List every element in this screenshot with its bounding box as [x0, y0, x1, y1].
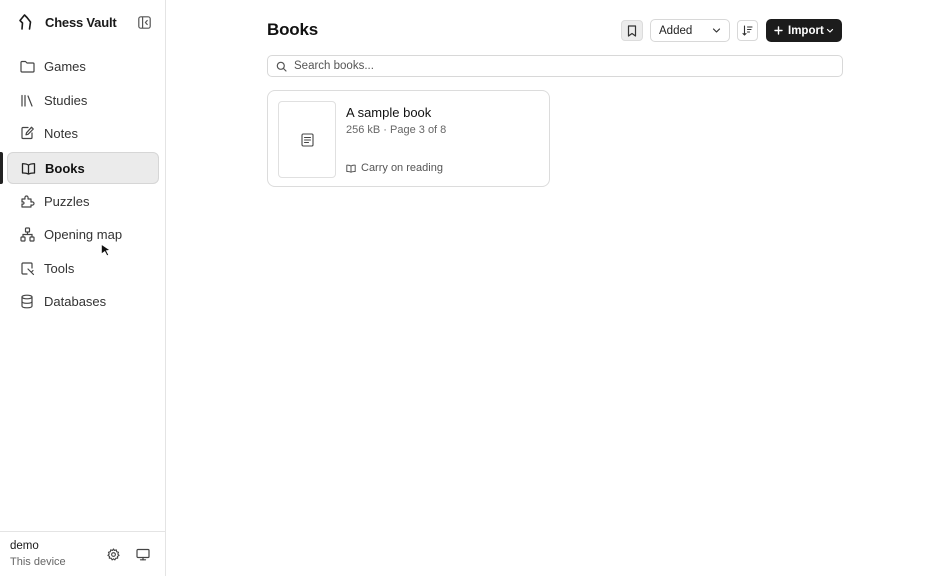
- sidebar-item-databases[interactable]: Databases: [7, 285, 159, 317]
- sidebar-footer: demo This device: [0, 531, 166, 576]
- sidebar-item-label: Notes: [44, 125, 78, 141]
- brand[interactable]: Chess Vault: [18, 12, 117, 32]
- sidebar-item-studies[interactable]: Studies: [7, 84, 159, 116]
- chevron-down-icon: [712, 26, 721, 38]
- sort-descending-icon: [742, 25, 753, 36]
- sidebar-item-label: Tools: [44, 260, 75, 276]
- page-title: Books: [267, 20, 318, 39]
- puzzle-icon: [19, 193, 35, 209]
- sidebar-item-puzzles[interactable]: Puzzles: [7, 185, 159, 217]
- chevron-down-icon: [826, 26, 834, 38]
- sidebar-item-games[interactable]: Games: [7, 50, 159, 82]
- network-icon: [19, 226, 35, 242]
- book-card[interactable]: A sample book 256 kB · Page 3 of 8 Carry…: [267, 90, 550, 187]
- carry-on-reading-link[interactable]: Carry on reading: [346, 162, 443, 174]
- notebook-pen-icon: [19, 125, 35, 141]
- carry-on-reading-label: Carry on reading: [361, 162, 443, 174]
- document-icon: [300, 132, 314, 147]
- sidebar-item-label: Opening map: [44, 226, 123, 242]
- database-icon: [19, 293, 35, 309]
- device-label: This device: [10, 556, 66, 568]
- book-thumbnail: [278, 101, 336, 178]
- book-meta: 256 kB · Page 3 of 8: [346, 124, 447, 136]
- import-button[interactable]: Import: [766, 19, 842, 42]
- bookmark-icon: [627, 24, 637, 37]
- plus-icon: [774, 26, 783, 35]
- main-content: Books Added Import Search books... A sam…: [167, 0, 944, 576]
- sidebar-item-label: Studies: [44, 92, 88, 108]
- bookmark-filter-button[interactable]: [621, 20, 643, 41]
- sidebar-collapse-icon[interactable]: [137, 15, 151, 29]
- chess-knight-logo-icon: [18, 12, 36, 32]
- book-open-icon: [20, 160, 36, 176]
- user-name: demo: [10, 540, 39, 552]
- active-indicator: [0, 152, 3, 184]
- sidebar-item-label: Books: [45, 160, 85, 176]
- library-icon: [19, 92, 35, 108]
- sidebar: Chess Vault Games Studies Notes Books Pu…: [0, 0, 166, 576]
- book-open-icon: [346, 164, 356, 173]
- app-name: Chess Vault: [45, 14, 117, 30]
- mouse-cursor-icon: [101, 243, 111, 256]
- monitor-icon[interactable]: [136, 547, 150, 561]
- sidebar-item-label: Databases: [44, 293, 107, 309]
- search-icon: [276, 60, 288, 72]
- sort-select-value: Added: [659, 24, 693, 37]
- sidebar-item-books[interactable]: Books: [7, 152, 159, 184]
- tool-icon: [19, 260, 35, 276]
- import-label: Import: [788, 24, 824, 37]
- sidebar-item-label: Games: [44, 58, 86, 74]
- sidebar-item-notes[interactable]: Notes: [7, 117, 159, 149]
- search-box[interactable]: [267, 55, 843, 77]
- settings-gear-icon[interactable]: [106, 547, 120, 561]
- folder-icon: [19, 58, 35, 74]
- sort-select[interactable]: Added: [650, 19, 730, 42]
- sort-order-button[interactable]: [737, 20, 758, 41]
- sidebar-item-label: Puzzles: [44, 193, 90, 209]
- sidebar-item-opening-map[interactable]: Opening map: [7, 218, 159, 250]
- book-title: A sample book: [346, 105, 432, 120]
- search-input[interactable]: [294, 60, 834, 72]
- sidebar-item-tools[interactable]: Tools: [7, 252, 159, 284]
